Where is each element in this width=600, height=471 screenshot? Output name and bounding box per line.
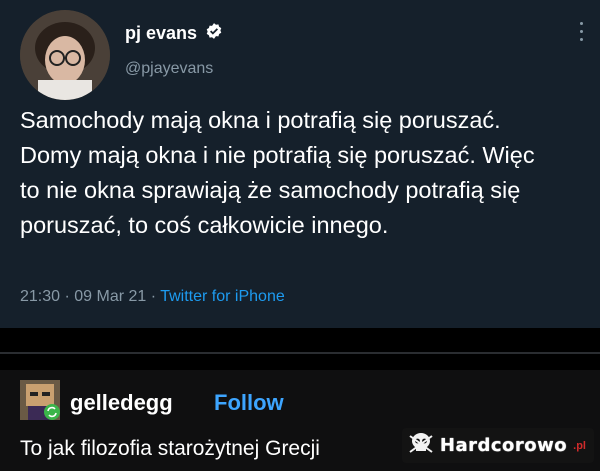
commenter-username[interactable]: gelledegg (70, 390, 173, 416)
commenter-avatar[interactable] (20, 380, 60, 420)
watermark-tld: .pl (573, 439, 586, 452)
author-handle[interactable]: @pjayevans (125, 60, 213, 78)
tweet-metadata: 21:30 · 09 Mar 21 · Twitter for iPhone (20, 288, 285, 306)
tweet-timestamp[interactable]: 21:30 · 09 Mar 21 · (20, 288, 160, 305)
author-name[interactable]: pj evans (125, 22, 223, 45)
tweet-source-link[interactable]: Twitter for iPhone (160, 288, 285, 305)
tweet-card: pj evans @pjayevans Samochody mają okna … (0, 0, 600, 328)
watermark-logo: Hardcorowo .pl (401, 428, 594, 463)
watermark-name: Hardcorowo (439, 435, 568, 456)
comment-text: To jak filozofia starożytnej Grecji (20, 437, 320, 460)
follow-button[interactable]: Follow (214, 390, 284, 416)
more-options-icon[interactable] (578, 22, 584, 46)
divider-line (0, 352, 600, 354)
author-name-label: pj evans (125, 23, 198, 43)
author-avatar[interactable] (20, 10, 110, 100)
page: pj evans @pjayevans Samochody mają okna … (0, 0, 600, 471)
tweet-text: Samochody mają okna i potrafią się porus… (20, 107, 535, 238)
skull-icon (408, 432, 434, 459)
section-divider (0, 328, 600, 370)
verified-badge-icon (205, 22, 223, 45)
